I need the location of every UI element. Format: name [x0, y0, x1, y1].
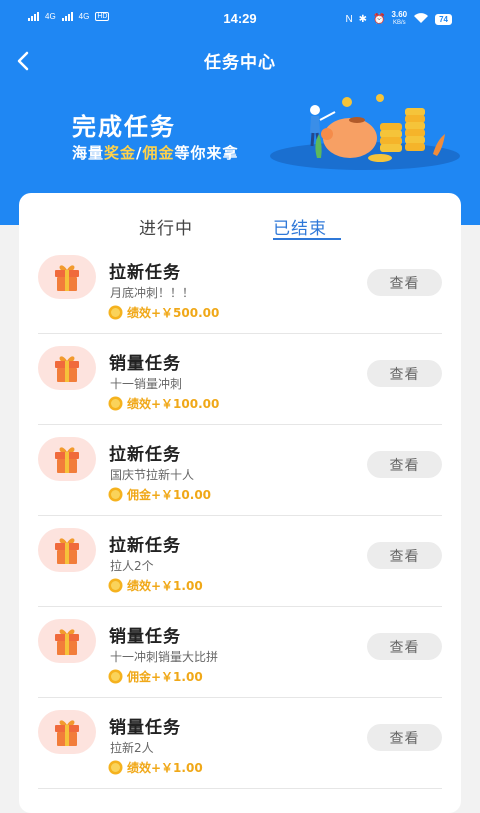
task-row: 销量任务 十一冲刺销量大比拼 佣金+￥1.00 查看 [38, 607, 442, 698]
gift-icon [55, 720, 79, 746]
banner-sub-text: 海量 [72, 144, 105, 162]
task-reward-text: 绩效+￥1.00 [127, 761, 203, 775]
task-title: 销量任务 [109, 627, 181, 647]
task-description: 拉新2人 [110, 741, 154, 755]
battery-level: 74 [435, 13, 452, 25]
banner-title: 完成任务 [72, 113, 176, 141]
gift-icon-badge [38, 437, 96, 481]
tab-in-progress[interactable]: 进行中 [139, 214, 193, 239]
page-title: 任务中心 [204, 53, 276, 73]
task-reward: 佣金+￥1.00 [108, 668, 203, 685]
active-tab-indicator [273, 238, 341, 240]
status-bar: 4G 4G HD 14:29 N ✱ ⏰ 3.60 KB/s 74 [0, 0, 480, 40]
task-reward: 绩效+￥500.00 [108, 304, 219, 321]
tab-finished[interactable]: 已结束 [273, 214, 327, 239]
coin-icon [108, 760, 123, 775]
net-speed: 3.60 KB/s [392, 11, 408, 27]
task-description: 拉人2个 [110, 559, 154, 573]
gift-icon [55, 356, 79, 382]
task-row: 拉新任务 国庆节拉新十人 佣金+￥10.00 查看 [38, 425, 442, 516]
view-task-button[interactable]: 查看 [367, 360, 442, 387]
task-row: 销量任务 拉新2人 绩效+￥1.00 查看 [38, 698, 442, 789]
task-row: 拉新任务 拉人2个 绩效+￥1.00 查看 [38, 516, 442, 607]
wifi-icon [413, 12, 429, 27]
task-reward-text: 佣金+￥10.00 [127, 488, 212, 502]
coin-icon [108, 669, 123, 684]
task-reward-text: 佣金+￥1.00 [127, 670, 203, 684]
task-title: 拉新任务 [109, 263, 181, 283]
gift-icon-badge [38, 710, 96, 754]
task-description: 国庆节拉新十人 [110, 468, 195, 482]
view-task-button[interactable]: 查看 [367, 451, 442, 478]
header-banner: 4G 4G HD 14:29 N ✱ ⏰ 3.60 KB/s 74 任务中心 完… [0, 0, 480, 225]
task-reward: 绩效+￥1.00 [108, 577, 203, 594]
bluetooth-icon: ✱ [358, 13, 368, 25]
task-title: 销量任务 [109, 718, 181, 738]
coin-icon [108, 487, 123, 502]
task-description: 十一销量冲刺 [110, 377, 183, 391]
task-reward: 绩效+￥1.00 [108, 759, 203, 776]
nav-bar: 任务中心 [0, 40, 480, 80]
task-title: 拉新任务 [109, 445, 181, 465]
gift-icon [55, 629, 79, 655]
gift-icon [55, 447, 79, 473]
coin-icon [108, 396, 123, 411]
task-reward-text: 绩效+￥500.00 [127, 306, 220, 320]
task-tabs: 进行中 已结束 [19, 193, 461, 243]
gift-icon [55, 538, 79, 564]
net-speed-unit: KB/s [392, 20, 406, 26]
coin-icon [108, 578, 123, 593]
task-list: 拉新任务 月底冲刺！！！ 绩效+￥500.00 查看 销量任务 十一销量冲刺 绩… [19, 243, 461, 789]
banner-sub-text-end: 等你来拿 [174, 144, 239, 162]
gift-icon-badge [38, 255, 96, 299]
banner-highlight-commission: 佣金 [142, 144, 175, 162]
task-row: 销量任务 十一销量冲刺 绩效+￥100.00 查看 [38, 334, 442, 425]
alarm-icon: ⏰ [373, 13, 386, 25]
gift-icon-badge [38, 346, 96, 390]
task-description: 十一冲刺销量大比拼 [110, 650, 219, 664]
task-row: 拉新任务 月底冲刺！！！ 绩效+￥500.00 查看 [38, 243, 442, 334]
banner-highlight-bonus: 奖金 [104, 144, 137, 162]
gift-icon-badge [38, 619, 96, 663]
task-reward-text: 绩效+￥1.00 [127, 579, 203, 593]
view-task-button[interactable]: 查看 [367, 542, 442, 569]
nfc-icon: N [345, 13, 353, 25]
task-reward: 佣金+￥10.00 [108, 486, 211, 503]
task-title: 销量任务 [109, 354, 181, 374]
net-speed-value: 3.60 [391, 10, 408, 19]
task-title: 拉新任务 [109, 536, 181, 556]
gift-icon [55, 265, 79, 291]
task-card: 进行中 已结束 拉新任务 月底冲刺！！！ 绩效+￥500.00 查看 销量任务 … [19, 193, 461, 813]
view-task-button[interactable]: 查看 [367, 269, 442, 296]
task-reward: 绩效+￥100.00 [108, 395, 219, 412]
view-task-button[interactable]: 查看 [367, 724, 442, 751]
banner-subtitle: 海量奖金/佣金等你来拿 [72, 142, 239, 163]
task-description: 月底冲刺！！！ [110, 286, 195, 300]
task-reward-text: 绩效+￥100.00 [127, 397, 220, 411]
piggy-bank-illustration [270, 94, 460, 170]
view-task-button[interactable]: 查看 [367, 633, 442, 660]
coin-icon [108, 305, 123, 320]
gift-icon-badge [38, 528, 96, 572]
